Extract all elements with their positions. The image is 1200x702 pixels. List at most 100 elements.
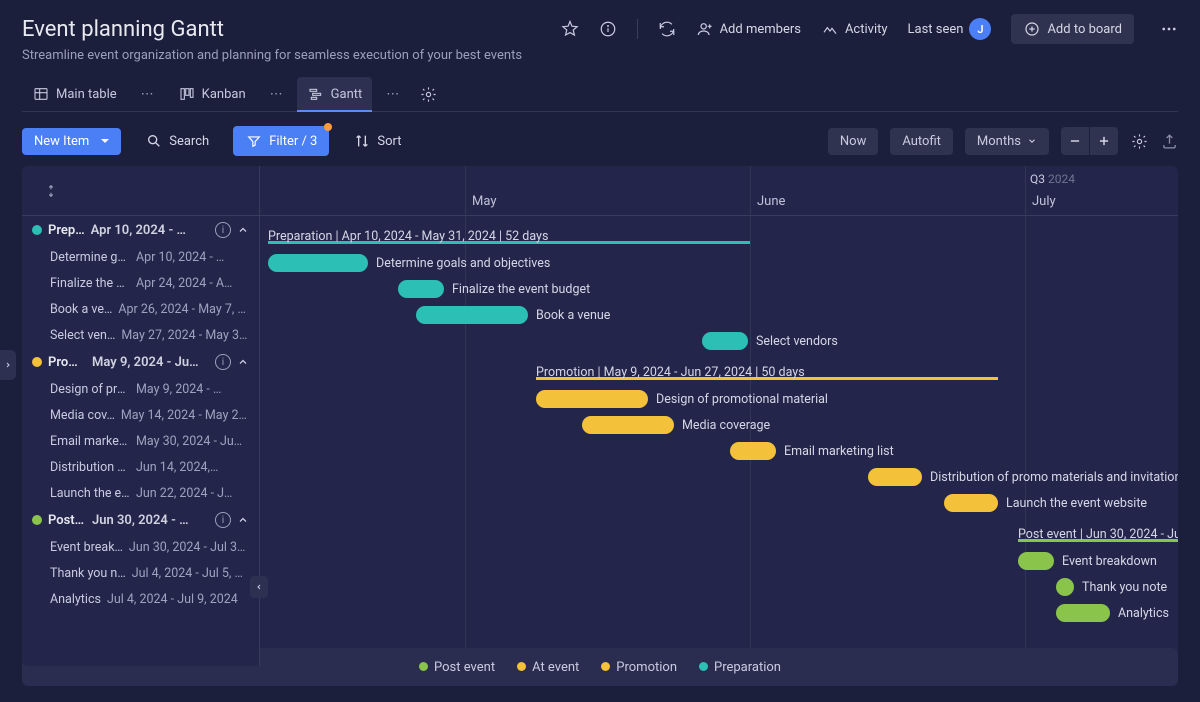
- task-dates: Jun 22, 2024 - J…: [136, 486, 249, 501]
- task-row[interactable]: Distribution of prom…Jun 14, 2024,…: [22, 454, 259, 480]
- legend-item: At event: [517, 660, 579, 675]
- group-summary-label: Promotion | May 9, 2024 - Jun 27, 2024 |…: [536, 365, 805, 380]
- info-icon[interactable]: i: [215, 222, 231, 238]
- task-bar[interactable]: Event breakdown: [1018, 551, 1157, 571]
- info-icon[interactable]: [599, 20, 617, 38]
- autofit-button[interactable]: Autofit: [890, 128, 953, 155]
- month-july: July: [1032, 194, 1056, 209]
- expand-rows-icon[interactable]: [42, 182, 60, 200]
- view-settings-icon[interactable]: [1130, 132, 1148, 150]
- task-row[interactable]: Email market… May 30, 2024 - Jun…: [22, 428, 259, 454]
- tab-kanban-menu[interactable]: ⋯: [266, 87, 287, 102]
- add-members-button[interactable]: Add members: [696, 20, 801, 38]
- task-row[interactable]: Thank you n…Jul 4, 2024 - Jul 5, 2…: [22, 560, 259, 586]
- task-bar[interactable]: Analytics: [1056, 603, 1169, 623]
- legend-label: Post event: [434, 660, 495, 675]
- zoom-in-button[interactable]: [1090, 127, 1118, 155]
- task-bar[interactable]: Distribution of promo materials and invi…: [868, 467, 1178, 487]
- legend-item: Preparation: [699, 660, 781, 675]
- task-bar[interactable]: Email marketing list: [730, 441, 894, 461]
- filter-icon: [245, 132, 263, 150]
- task-row[interactable]: Determine goals …Apr 10, 2024 - …: [22, 244, 259, 270]
- task-bar[interactable]: Design of promotional material: [536, 389, 828, 409]
- tab-main-table[interactable]: Main table: [22, 77, 127, 111]
- tab-kanban[interactable]: Kanban: [168, 77, 256, 111]
- tab-main-label: Main table: [56, 87, 117, 102]
- tab-kanban-label: Kanban: [202, 87, 246, 102]
- task-bar[interactable]: Book a venue: [416, 305, 610, 325]
- add-to-board-label: Add to board: [1047, 22, 1122, 37]
- collapse-sidebar-button[interactable]: [250, 576, 268, 598]
- tab-main-menu[interactable]: ⋯: [137, 87, 158, 102]
- chevron-up-icon[interactable]: [237, 356, 249, 368]
- task-bar[interactable]: Determine goals and objectives: [268, 253, 550, 273]
- chevron-up-icon[interactable]: [237, 224, 249, 236]
- group-name: Prom…: [48, 355, 86, 370]
- info-icon[interactable]: i: [215, 512, 231, 528]
- sync-icon[interactable]: [658, 20, 676, 38]
- settings-icon[interactable]: [419, 85, 437, 103]
- now-button[interactable]: Now: [828, 128, 878, 155]
- task-bar[interactable]: Launch the event website: [944, 493, 1147, 513]
- info-icon[interactable]: i: [215, 354, 231, 370]
- task-bar-label: Analytics: [1118, 606, 1169, 621]
- export-icon[interactable]: [1160, 132, 1178, 150]
- group-header[interactable]: Post … Jun 30, 2024 - … i: [22, 506, 259, 534]
- group-header[interactable]: Prep… Apr 10, 2024 - … i: [22, 216, 259, 244]
- task-name: Email market…: [50, 434, 130, 449]
- more-icon[interactable]: [1160, 20, 1178, 38]
- timescale-select[interactable]: Months: [965, 128, 1049, 155]
- search-button[interactable]: Search: [133, 126, 221, 156]
- task-row[interactable]: Launch the eve…Jun 22, 2024 - J…: [22, 480, 259, 506]
- task-name: Thank you n…: [50, 566, 126, 581]
- group-summary-bar[interactable]: Promotion | May 9, 2024 - Jun 27, 2024 |…: [536, 362, 998, 382]
- legend-dot: [419, 662, 428, 671]
- group-name: Prep…: [48, 223, 85, 238]
- filter-label: Filter / 3: [269, 134, 317, 149]
- add-to-board-button[interactable]: Add to board: [1011, 14, 1134, 44]
- last-seen-button[interactable]: Last seen J: [908, 18, 992, 40]
- task-name: Finalize the eve…: [50, 276, 130, 291]
- task-dates: May 14, 2024 - May 2…: [121, 408, 249, 423]
- star-icon[interactable]: [561, 20, 579, 38]
- task-dates: Apr 26, 2024 - May 7, …: [118, 302, 249, 317]
- expand-panel-button[interactable]: [0, 350, 16, 380]
- filter-button[interactable]: Filter / 3: [233, 126, 329, 156]
- task-bar[interactable]: Thank you note: [1056, 577, 1167, 597]
- gantt-timeline[interactable]: Q3 2024 May June July Preparation | Apr …: [260, 166, 1178, 666]
- task-row[interactable]: AnalyticsJul 4, 2024 - Jul 9, 2024: [22, 586, 259, 612]
- gantt-chart: Prep… Apr 10, 2024 - … i Determine goals…: [22, 166, 1178, 666]
- avatar: J: [969, 18, 991, 40]
- group-dates: Jun 30, 2024 - …: [92, 513, 209, 528]
- task-row[interactable]: Media cov… May 14, 2024 - May 2…: [22, 402, 259, 428]
- board-title[interactable]: Event planning Gantt: [22, 17, 224, 42]
- task-row[interactable]: Book a ve…Apr 26, 2024 - May 7, …: [22, 296, 259, 322]
- tab-gantt[interactable]: Gantt: [297, 77, 373, 111]
- task-row[interactable]: Design of promot…May 9, 2024 - …: [22, 376, 259, 402]
- group-summary-bar[interactable]: Post event | Jun 30, 2024 - Jul 9, 2024 …: [1018, 524, 1178, 544]
- chevron-up-icon[interactable]: [237, 514, 249, 526]
- search-icon: [145, 132, 163, 150]
- task-bar[interactable]: Select vendors: [702, 331, 838, 351]
- task-bar-label: Event breakdown: [1062, 554, 1157, 569]
- task-bar[interactable]: Media coverage: [582, 415, 770, 435]
- task-row[interactable]: Event break…Jun 30, 2024 - Jul 3…: [22, 534, 259, 560]
- sidebar-header: [22, 166, 259, 216]
- task-dates: May 30, 2024 - Jun…: [136, 434, 249, 449]
- task-dates: Jun 14, 2024,…: [136, 460, 249, 475]
- activity-button[interactable]: Activity: [821, 20, 888, 38]
- board-subtitle: Streamline event organization and planni…: [22, 48, 1178, 63]
- task-row[interactable]: Select ven…May 27, 2024 - May 3…: [22, 322, 259, 348]
- group-header[interactable]: Prom… May 9, 2024 - Ju… i: [22, 348, 259, 376]
- gantt-icon: [307, 85, 325, 103]
- group-summary-bar[interactable]: Preparation | Apr 10, 2024 - May 31, 202…: [268, 226, 750, 246]
- task-name: Media cov…: [50, 408, 115, 423]
- task-row[interactable]: Finalize the eve…Apr 24, 2024 - A…: [22, 270, 259, 296]
- legend-dot: [517, 662, 526, 671]
- zoom-out-button[interactable]: [1061, 127, 1089, 155]
- task-bar[interactable]: Finalize the event budget: [398, 279, 590, 299]
- new-item-button[interactable]: New Item: [22, 128, 121, 155]
- tab-gantt-menu[interactable]: ⋯: [382, 87, 403, 102]
- table-icon: [32, 85, 50, 103]
- sort-button[interactable]: Sort: [341, 126, 413, 156]
